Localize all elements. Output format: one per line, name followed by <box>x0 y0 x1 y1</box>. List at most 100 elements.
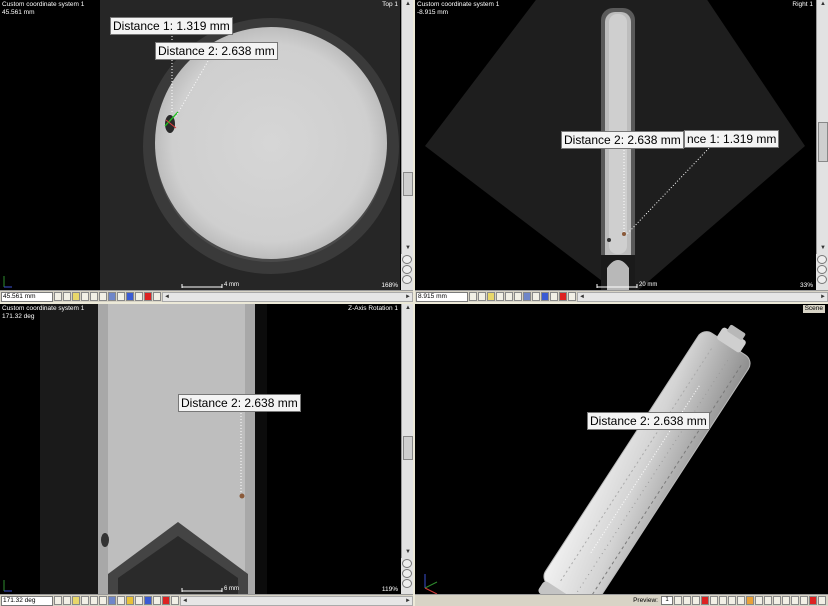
view-name-label[interactable]: Scene <box>802 305 825 313</box>
rotation-angle-field[interactable]: 171.32 deg <box>1 595 53 606</box>
annotation-tool-icon[interactable] <box>72 596 80 605</box>
slice-position-field[interactable]: 8.915 mm <box>416 291 468 302</box>
spin-down-icon[interactable] <box>54 596 62 605</box>
view-tool-3-icon[interactable] <box>402 275 412 284</box>
measure-tool-icon[interactable] <box>532 292 540 301</box>
view-tool-2-icon[interactable] <box>402 265 412 274</box>
scrollbar-thumb[interactable] <box>403 436 413 460</box>
clip-icon[interactable] <box>737 596 745 605</box>
axes-icon[interactable] <box>773 596 781 605</box>
grid-tool-icon[interactable] <box>81 596 89 605</box>
view-tool-1-icon[interactable] <box>817 255 827 264</box>
vertical-scrollbar[interactable]: ▲ ▼ <box>816 0 828 290</box>
color-tool-icon[interactable] <box>108 596 116 605</box>
annotation-tool-icon[interactable] <box>487 292 495 301</box>
export-icon[interactable] <box>818 596 826 605</box>
horizontal-scrollbar[interactable]: ◄ ► <box>162 291 413 302</box>
right-view-canvas[interactable]: Custom coordinate system 1 -8.915 mm Rig… <box>415 0 816 290</box>
spin-down-icon[interactable] <box>54 292 62 301</box>
scroll-left-arrow-icon[interactable]: ◄ <box>579 293 585 301</box>
top-view-pane[interactable]: Custom coordinate system 1 45.561 mm Top… <box>0 0 413 302</box>
mesh-icon[interactable] <box>764 596 772 605</box>
spin-up-icon[interactable] <box>478 292 486 301</box>
rotate-tool-icon[interactable] <box>99 292 107 301</box>
distance-2-label[interactable]: Distance 2: 2.638 mm <box>587 412 710 430</box>
perspective-icon[interactable] <box>782 596 790 605</box>
view-tool-2-icon[interactable] <box>402 569 412 578</box>
horizontal-scrollbar[interactable]: ◄ ► <box>577 291 828 302</box>
crosshair-icon[interactable] <box>701 596 709 605</box>
right-view-pane[interactable]: Custom coordinate system 1 -8.915 mm Rig… <box>415 0 828 302</box>
horizontal-scrollbar[interactable]: ◄ ► <box>180 595 413 606</box>
move-tool-icon[interactable] <box>90 596 98 605</box>
render-icon[interactable] <box>746 596 754 605</box>
vertical-scrollbar[interactable]: ▲ ▼ <box>401 304 413 594</box>
scroll-left-arrow-icon[interactable]: ◄ <box>164 293 170 301</box>
scroll-down-arrow-icon[interactable]: ▼ <box>403 548 413 557</box>
scroll-right-arrow-icon[interactable]: ► <box>405 293 411 301</box>
background-icon[interactable] <box>791 596 799 605</box>
rotate-tool-icon[interactable] <box>99 596 107 605</box>
slice-position-field[interactable]: 45.561 mm <box>1 291 53 302</box>
layer-tool-icon[interactable] <box>144 596 152 605</box>
ruler-tool-icon[interactable] <box>135 292 143 301</box>
stop-tool-icon[interactable] <box>162 596 170 605</box>
grid-tool-icon[interactable] <box>496 292 504 301</box>
scroll-left-arrow-icon[interactable]: ◄ <box>182 597 188 605</box>
scroll-down-arrow-icon[interactable]: ▼ <box>818 244 828 253</box>
view-tool-3-icon[interactable] <box>817 275 827 284</box>
distance-2-label[interactable]: Distance 2: 2.638 mm <box>561 131 684 149</box>
rotate-tool-icon[interactable] <box>514 292 522 301</box>
move-tool-icon[interactable] <box>90 292 98 301</box>
layer-tool-icon[interactable] <box>126 292 134 301</box>
distance-2-label[interactable]: Distance 2: 2.638 mm <box>178 394 301 412</box>
scrollbar-thumb[interactable] <box>818 122 828 162</box>
measure-tool-icon[interactable] <box>117 292 125 301</box>
vertical-scrollbar[interactable]: ▲ ▼ <box>401 0 413 290</box>
settings-tool-icon[interactable] <box>568 292 576 301</box>
distance-2-label[interactable]: Distance 2: 2.638 mm <box>155 42 278 60</box>
z-axis-rotation-view-pane[interactable]: Custom coordinate system 1 171.32 deg Z-… <box>0 304 413 606</box>
scroll-right-arrow-icon[interactable]: ► <box>820 293 826 301</box>
dropdown-icon[interactable] <box>800 596 808 605</box>
annotation-tool-icon[interactable] <box>72 292 80 301</box>
spin-up-icon[interactable] <box>63 292 71 301</box>
distance-1-label[interactable]: Distance 1: 1.319 mm <box>110 17 233 35</box>
top-view-canvas[interactable]: Custom coordinate system 1 45.561 mm Top… <box>0 0 401 290</box>
zoom-icon[interactable] <box>692 596 700 605</box>
stop-tool-icon[interactable] <box>144 292 152 301</box>
spin-icon[interactable] <box>674 596 682 605</box>
settings-tool-icon[interactable] <box>153 292 161 301</box>
measure-tool-icon[interactable] <box>117 596 125 605</box>
layer-tool-icon[interactable] <box>541 292 549 301</box>
highlight-tool-icon[interactable] <box>126 596 134 605</box>
move-tool-icon[interactable] <box>505 292 513 301</box>
scroll-up-arrow-icon[interactable]: ▲ <box>403 304 413 313</box>
scene-3d-view-pane[interactable]: Scene Distance 2: 2.638 mm Preview: 1 <box>415 304 828 606</box>
color-tool-icon[interactable] <box>108 292 116 301</box>
gear-icon[interactable] <box>135 596 143 605</box>
spin-up-icon[interactable] <box>63 596 71 605</box>
settings-tool-icon[interactable] <box>171 596 179 605</box>
view-tool-2-icon[interactable] <box>817 265 827 274</box>
material-icon[interactable] <box>755 596 763 605</box>
grid-tool-icon[interactable] <box>81 292 89 301</box>
scroll-down-arrow-icon[interactable]: ▼ <box>403 244 413 253</box>
stop-tool-icon[interactable] <box>559 292 567 301</box>
ruler-tool-icon[interactable] <box>153 596 161 605</box>
view-tool-1-icon[interactable] <box>402 559 412 568</box>
scroll-up-arrow-icon[interactable]: ▲ <box>818 0 828 9</box>
light-icon[interactable] <box>719 596 727 605</box>
spin-down-icon[interactable] <box>469 292 477 301</box>
box-icon[interactable] <box>728 596 736 605</box>
scrollbar-thumb[interactable] <box>403 172 413 196</box>
scene-3d-canvas[interactable]: Scene Distance 2: 2.638 mm <box>415 304 828 606</box>
camera-icon[interactable] <box>683 596 691 605</box>
scroll-up-arrow-icon[interactable]: ▲ <box>403 0 413 9</box>
z-axis-rotation-view-canvas[interactable]: Custom coordinate system 1 171.32 deg Z-… <box>0 304 401 594</box>
preview-level-field[interactable]: 1 <box>661 596 673 605</box>
view-tool-3-icon[interactable] <box>402 579 412 588</box>
stop-icon[interactable] <box>809 596 817 605</box>
view-tool-1-icon[interactable] <box>402 255 412 264</box>
scroll-right-arrow-icon[interactable]: ► <box>405 597 411 605</box>
